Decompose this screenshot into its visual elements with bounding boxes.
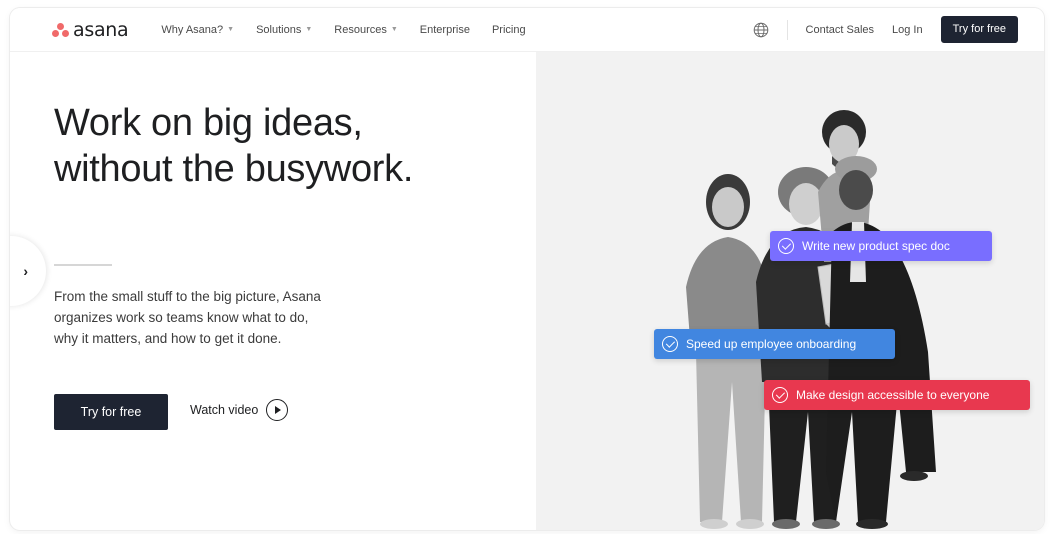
watch-video-link[interactable]: Watch video — [190, 399, 289, 421]
headline-line: without the busywork. — [54, 148, 414, 190]
check-circle-icon — [778, 238, 794, 254]
chevron-down-icon: ▼ — [305, 26, 313, 33]
nav-link-resources[interactable]: Resources ▼ — [334, 24, 398, 36]
check-circle-icon — [662, 336, 678, 352]
nav-links: Why Asana? ▼ Solutions ▼ Resources ▼ Ent… — [161, 24, 547, 36]
hero-subtext: From the small stuff to the big picture,… — [54, 286, 374, 349]
task-chip: Make design accessible to everyone — [764, 380, 1030, 410]
chevron-right-icon: › — [23, 263, 28, 279]
nav-link-why-asana[interactable]: Why Asana? ▼ — [161, 24, 234, 36]
nav-link-label: Resources — [334, 23, 387, 36]
watch-video-label: Watch video — [190, 403, 259, 417]
globe-icon[interactable] — [753, 22, 769, 38]
nav-link-solutions[interactable]: Solutions ▼ — [256, 24, 312, 36]
hero-team-photo — [536, 52, 1044, 530]
hero-divider — [54, 264, 112, 266]
nav-divider — [786, 19, 788, 40]
task-chip-label: Speed up employee onboarding — [686, 337, 857, 351]
team-photo-illustration — [686, 110, 936, 529]
task-chip-label: Write new product spec doc — [802, 239, 950, 253]
nav-link-pricing[interactable]: Pricing — [492, 24, 526, 36]
contact-sales-link[interactable]: Contact Sales — [806, 24, 874, 36]
browser-frame: asana Why Asana? ▼ Solutions ▼ Resources… — [10, 8, 1044, 530]
task-chip: Speed up employee onboarding — [654, 329, 895, 359]
hero-try-free-button[interactable]: Try for free — [54, 394, 168, 430]
task-chip: Write new product spec doc — [770, 231, 992, 261]
top-navigation: asana Why Asana? ▼ Solutions ▼ Resources… — [10, 8, 1044, 52]
nav-link-label: Enterprise — [419, 23, 470, 36]
nav-link-enterprise[interactable]: Enterprise — [420, 24, 470, 36]
asana-logo[interactable]: asana — [52, 18, 129, 41]
logo-text: asana — [73, 18, 129, 41]
subtext-line: organizes work so teams know what to do, — [54, 310, 309, 325]
check-circle-icon — [772, 387, 788, 403]
chevron-down-icon: ▼ — [227, 26, 235, 33]
nav-link-label: Solutions — [256, 23, 302, 36]
nav-right: Contact Sales Log In Try for free — [753, 16, 1018, 43]
nav-link-label: Pricing — [491, 23, 526, 36]
subtext-line: why it matters, and how to get it done. — [54, 331, 282, 346]
login-link[interactable]: Log In — [892, 24, 923, 36]
carousel-next-button[interactable]: › — [10, 236, 46, 306]
task-chip-label: Make design accessible to everyone — [796, 388, 990, 402]
nav-try-free-button[interactable]: Try for free — [940, 16, 1018, 43]
headline-line: Work on big ideas, — [54, 102, 363, 144]
hero-headline: Work on big ideas, without the busywork. — [54, 100, 474, 192]
nav-link-label: Why Asana? — [161, 23, 224, 36]
play-icon — [266, 399, 289, 421]
asana-logo-icon — [52, 22, 70, 37]
subtext-line: From the small stuff to the big picture,… — [54, 289, 321, 304]
chevron-down-icon: ▼ — [390, 26, 398, 33]
